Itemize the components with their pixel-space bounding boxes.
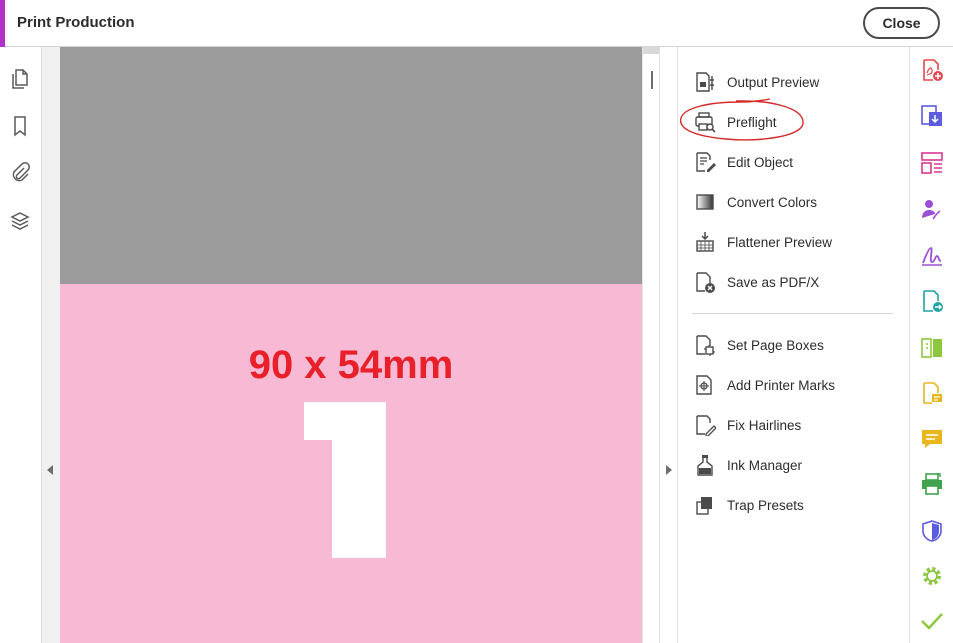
page-card-region: 90 x 54mm 1 <box>60 284 642 643</box>
tool-set-page-boxes[interactable]: Set Page Boxes <box>692 330 892 360</box>
create-pdf-icon[interactable] <box>920 58 944 82</box>
document-view[interactable]: 90 x 54mm 1 <box>42 47 660 643</box>
request-signatures-icon[interactable] <box>920 197 944 221</box>
fix-hairlines-icon <box>696 415 716 436</box>
collapse-tools-panel-arrow[interactable] <box>666 465 672 475</box>
tool-trap-presets[interactable]: Trap Presets <box>692 490 892 520</box>
compare-files-icon[interactable] <box>920 336 944 360</box>
tool-label: Preflight <box>727 115 777 130</box>
collapse-left-panel-arrow[interactable] <box>47 465 53 475</box>
comment-icon[interactable] <box>920 427 944 451</box>
save-pdfx-icon <box>696 272 715 293</box>
tool-label: Output Preview <box>727 75 820 90</box>
accent-strip <box>0 0 5 47</box>
numeral-one-graphic: 1 <box>304 402 386 558</box>
output-preview-icon <box>696 72 714 92</box>
tool-edit-object[interactable]: Edit Object <box>692 147 892 177</box>
tool-label: Add Printer Marks <box>727 378 836 393</box>
printer-marks-icon <box>696 375 712 395</box>
tool-label: Ink Manager <box>727 458 803 473</box>
page-title: Print Production <box>17 14 135 31</box>
certificates-icon[interactable] <box>920 609 944 633</box>
tool-ink-manager[interactable]: Ink Manager <box>692 450 892 480</box>
page-top-region <box>60 47 642 284</box>
flattener-preview-icon <box>696 232 714 252</box>
tool-convert-colors[interactable]: Convert Colors <box>692 187 892 217</box>
tool-save-as-pdfx[interactable]: Save as PDF/X <box>692 267 892 297</box>
left-nav-rail <box>0 47 42 643</box>
tool-preflight[interactable]: Preflight <box>692 107 892 137</box>
attachment-icon[interactable] <box>9 161 31 183</box>
print-production-tools-panel: Output Preview Preflight Edit Object Con… <box>678 47 909 643</box>
bookmark-icon[interactable] <box>9 115 31 137</box>
title-bar: Print Production Close <box>0 0 953 47</box>
fill-sign-icon[interactable] <box>920 243 944 267</box>
right-tools-rail <box>909 47 953 643</box>
organize-pages-icon[interactable] <box>920 151 944 175</box>
tool-label: Save as PDF/X <box>727 275 820 290</box>
set-page-boxes-icon <box>696 335 715 356</box>
optimize-icon[interactable] <box>920 564 944 588</box>
preflight-icon <box>695 112 716 133</box>
layers-icon[interactable] <box>9 210 31 232</box>
tool-output-preview[interactable]: Output Preview <box>692 67 892 97</box>
tool-add-printer-marks[interactable]: Add Printer Marks <box>692 370 892 400</box>
ink-manager-icon <box>697 455 713 476</box>
send-review-icon[interactable] <box>920 289 944 313</box>
panel-splitter[interactable] <box>659 47 678 643</box>
tool-label: Set Page Boxes <box>727 338 824 353</box>
pages-icon[interactable] <box>9 68 31 90</box>
edit-object-icon <box>696 152 716 172</box>
tool-flattener-preview[interactable]: Flattener Preview <box>692 227 892 257</box>
tool-label: Convert Colors <box>727 195 818 210</box>
scrollbar-thumb[interactable] <box>643 47 660 54</box>
edit-pdf-icon[interactable] <box>920 381 944 405</box>
vertical-scrollbar[interactable] <box>642 47 660 643</box>
close-button[interactable]: Close <box>863 7 940 39</box>
protect-icon[interactable] <box>920 519 944 543</box>
export-pdf-icon[interactable] <box>920 104 944 128</box>
tools-divider <box>692 313 893 314</box>
trap-presets-icon <box>696 497 712 515</box>
convert-colors-icon <box>696 194 714 210</box>
tool-label: Edit Object <box>727 155 794 170</box>
print-production-icon[interactable] <box>920 472 944 496</box>
scrollbar-grip[interactable] <box>651 71 653 89</box>
tool-label: Trap Presets <box>727 498 804 513</box>
tool-label: Fix Hairlines <box>727 418 802 433</box>
tool-fix-hairlines[interactable]: Fix Hairlines <box>692 410 892 440</box>
tool-label: Flattener Preview <box>727 235 833 250</box>
card-size-label: 90 x 54mm <box>248 343 454 387</box>
